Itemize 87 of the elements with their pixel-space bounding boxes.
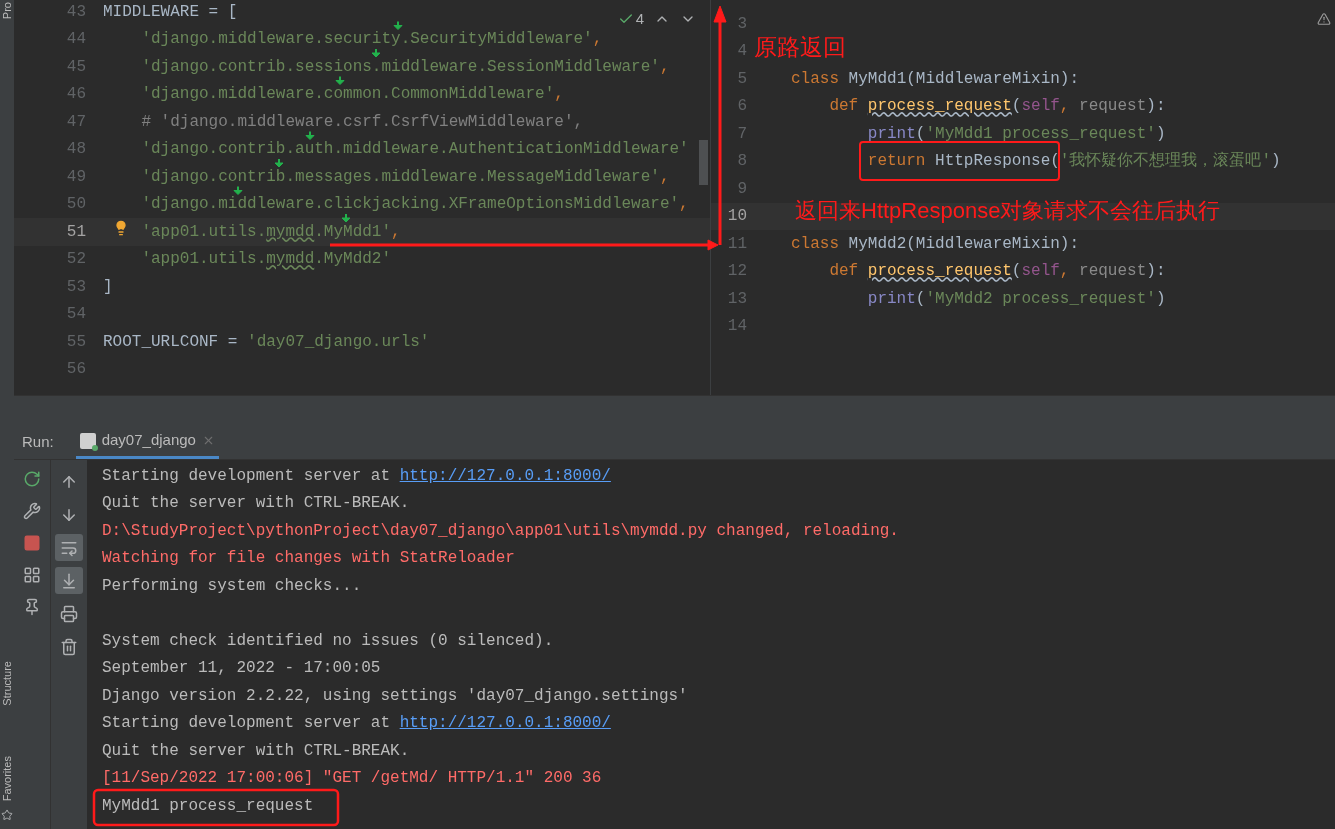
code-line: def process_request(self, request): xyxy=(829,262,1166,281)
run-tab[interactable]: day07_django xyxy=(75,425,219,459)
down-arrow xyxy=(371,48,381,58)
code-line: def process_request(self, request): xyxy=(829,97,1166,116)
django-icon xyxy=(79,432,96,449)
line-number: 3 xyxy=(736,14,748,33)
code-line: 'app01.utils.mymdd.MyMdd1', xyxy=(141,222,401,241)
line-number: 52 xyxy=(65,250,87,269)
code-line: MIDDLEWARE = [ xyxy=(103,2,238,21)
line-number: 12 xyxy=(726,262,748,281)
rerun-icon[interactable] xyxy=(23,470,41,488)
soft-wrap-icon[interactable] xyxy=(55,534,83,561)
down-arrow xyxy=(341,213,351,223)
code-line: class MyMdd2(MiddlewareMixin): xyxy=(791,234,1080,253)
line-number: 5 xyxy=(736,69,748,88)
line-number: 49 xyxy=(65,167,87,186)
code-line: 'django.middleware.clickjacking.XFrameOptionsMiddleware', xyxy=(141,195,689,214)
line-number: 11 xyxy=(726,234,748,253)
down-arrow xyxy=(305,130,315,140)
console-line: Starting development server at xyxy=(102,466,392,485)
line-number: 54 xyxy=(65,305,87,324)
console-line: MyMdd1 process_request xyxy=(102,796,314,815)
console-line: D:\StudyProject\pythonProject\day07_django\app01\utils\mymdd.py changed, reloading. xyxy=(102,521,899,540)
line-number: 10 xyxy=(726,207,748,226)
line-number: 9 xyxy=(736,179,748,198)
line-number: 56 xyxy=(65,360,87,379)
line-number: 4 xyxy=(736,42,748,61)
code-line: 'app01.utils.mymdd.MyMdd2' xyxy=(141,250,392,269)
line-number: 50 xyxy=(65,195,87,214)
favorites-tool-tab[interactable]: Favorites xyxy=(0,755,16,801)
console-link[interactable]: http://127.0.0.1:8000/ xyxy=(399,466,611,485)
console-line: Quit the server with CTRL-BREAK. xyxy=(102,741,410,760)
line-number: 8 xyxy=(736,152,748,171)
code-line: 'django.middleware.security.SecurityMiddleware', xyxy=(141,30,603,49)
code-line: return HttpResponse( xyxy=(867,152,1060,171)
code-line: print('MyMdd2 process_request') xyxy=(867,289,1166,308)
annotation-label: 原路返回 xyxy=(754,36,846,59)
scrollbar-thumb[interactable] xyxy=(699,140,708,185)
code-line: print('MyMdd1 process_request') xyxy=(867,124,1166,143)
down-arrow xyxy=(335,75,345,85)
line-number: 47 xyxy=(65,112,87,131)
down-arrow xyxy=(233,185,243,195)
down-arrow xyxy=(274,158,284,168)
code-line: '我怀疑你不想理我，滚蛋吧') xyxy=(1059,152,1281,171)
line-number: 44 xyxy=(65,30,87,49)
line-number: 46 xyxy=(65,85,87,104)
pin-icon[interactable] xyxy=(23,598,41,616)
line-number: 48 xyxy=(65,140,87,159)
scroll-to-end-icon[interactable] xyxy=(55,567,83,594)
layout-icon[interactable] xyxy=(23,566,41,584)
console-line: Watching for file changes with StatReloader xyxy=(102,549,515,568)
line-number: 13 xyxy=(726,289,748,308)
line-number: 53 xyxy=(65,277,87,296)
code-line: 'django.contrib.messages.middleware.MessageMiddleware', xyxy=(141,167,670,186)
code-line: class MyMdd1(MiddlewareMixin): xyxy=(791,69,1080,88)
code-line: ROOT_URLCONF = 'day07_django.urls' xyxy=(103,332,430,351)
console-line: Quit the server with CTRL-BREAK. xyxy=(102,494,410,513)
line-number: 55 xyxy=(65,332,87,351)
code-line: 'django.contrib.sessions.middleware.SessionMiddleware', xyxy=(141,57,670,76)
annotation-label: 返回来HttpResponse对象请求不会往后执行 xyxy=(795,200,1221,222)
code-line: 'django.contrib.auth.middleware.AuthenticationMiddleware' xyxy=(141,140,689,159)
console-line: Starting development server at xyxy=(102,714,392,733)
structure-tool-tab[interactable]: Structure xyxy=(0,661,16,706)
run-label: Run: xyxy=(22,431,54,452)
console-line: System check identified no issues (0 silenced). xyxy=(102,631,554,650)
down-arrow xyxy=(393,20,403,30)
line-number: 45 xyxy=(65,57,87,76)
console-link[interactable]: http://127.0.0.1:8000/ xyxy=(399,714,611,733)
inspection-count[interactable]: 4 xyxy=(617,8,644,31)
line-number: 6 xyxy=(736,97,748,116)
console-line: September 11, 2022 - 17:00:05 xyxy=(102,659,381,678)
lightbulb-icon[interactable] xyxy=(113,219,129,237)
project-tool-tab[interactable]: Pro xyxy=(0,2,16,20)
code-line: 'django.middleware.common.CommonMiddleware', xyxy=(141,85,564,104)
line-number: 51 xyxy=(65,222,87,241)
console-line: Performing system checks... xyxy=(102,576,362,595)
code-line: ] xyxy=(103,277,113,296)
warning-icon[interactable] xyxy=(1317,12,1331,26)
console-line: [11/Sep/2022 17:00:06] "GET /getMd/ HTTP/1.1" 200 36 xyxy=(102,769,602,788)
console-line: Django version 2.2.22, using settings 'day07_django.settings' xyxy=(102,686,688,705)
wrench-icon[interactable] xyxy=(23,502,41,520)
line-number: 43 xyxy=(65,2,87,21)
line-number: 14 xyxy=(726,317,748,336)
stop-icon[interactable] xyxy=(23,534,41,552)
line-number: 7 xyxy=(736,124,748,143)
code-line: # 'django.middleware.csrf.CsrfViewMiddleware', xyxy=(141,112,584,131)
star-icon xyxy=(1,809,13,821)
